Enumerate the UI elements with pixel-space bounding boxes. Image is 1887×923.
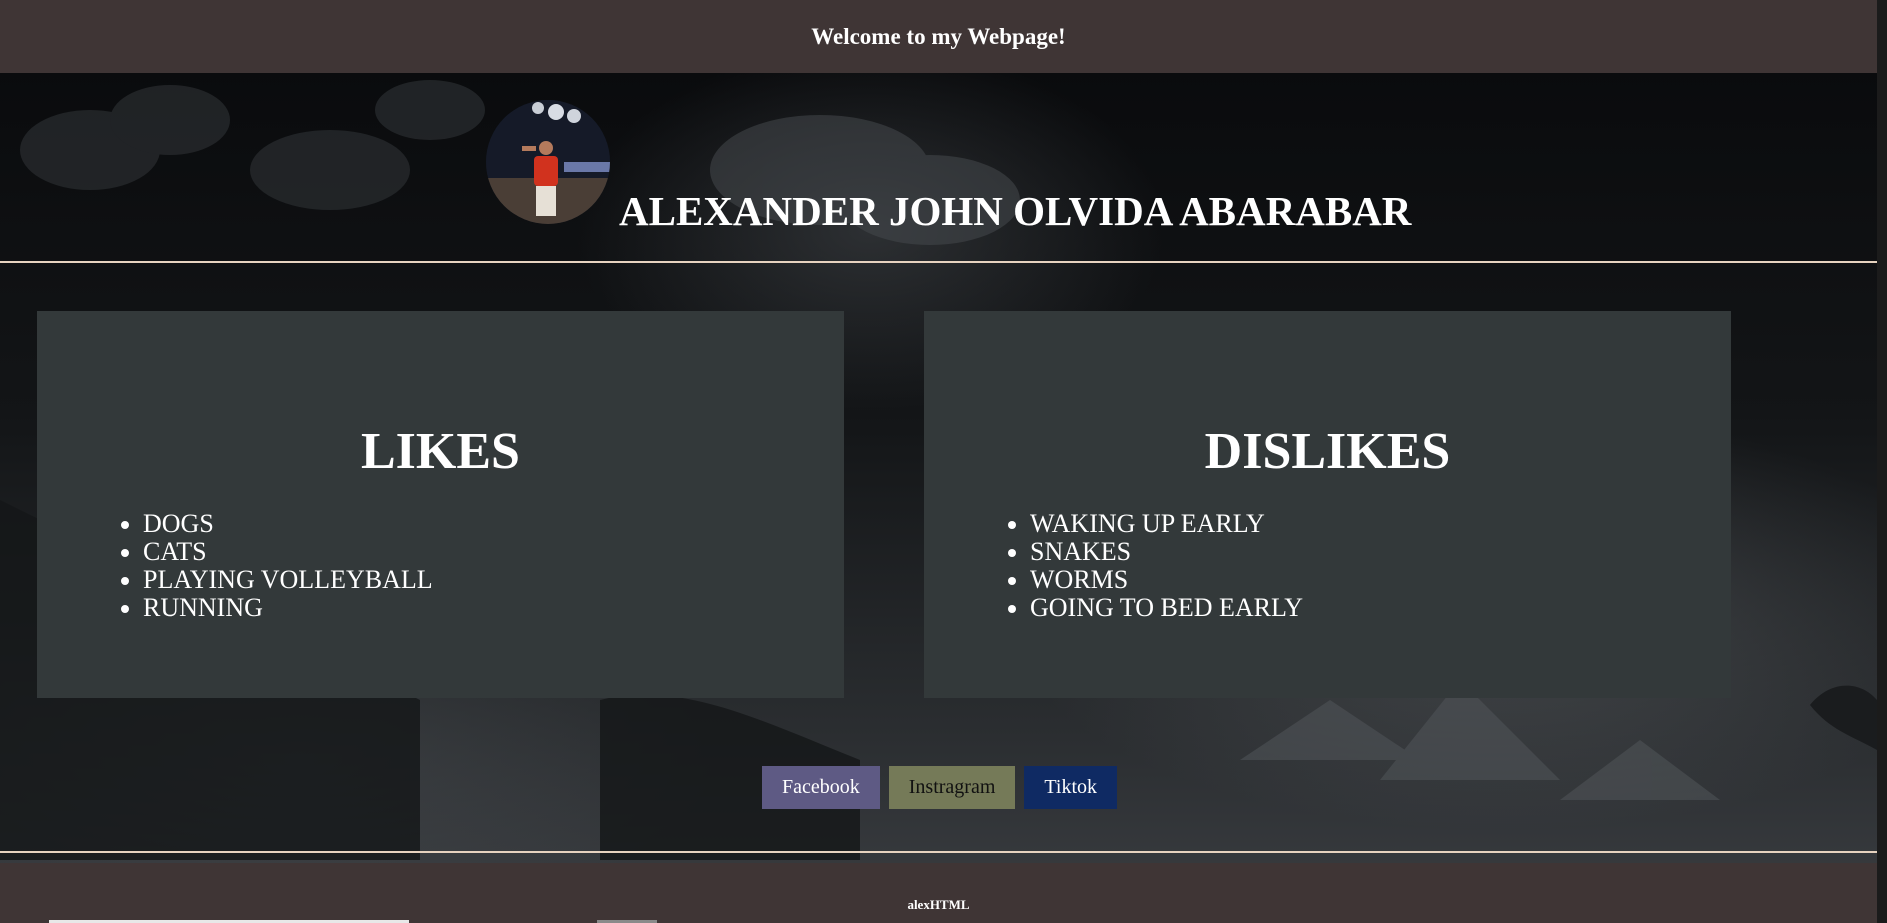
facebook-link[interactable]: Facebook [762, 766, 880, 809]
instagram-link[interactable]: Instragram [888, 766, 1016, 809]
page: Welcome to my Webpage! ALEXANDER JOHN OL… [0, 0, 1887, 923]
profile-avatar [486, 100, 610, 224]
scrollbar[interactable] [1877, 0, 1887, 923]
person-photo [486, 100, 610, 224]
dislikes-item: WAKING UP EARLY [1030, 510, 1303, 538]
likes-item: CATS [143, 538, 433, 566]
footer-text: alexHTML [907, 897, 970, 912]
header-title: Welcome to my Webpage! [811, 23, 1066, 49]
likes-item: PLAYING VOLLEYBALL [143, 566, 433, 594]
dislikes-item: SNAKES [1030, 538, 1303, 566]
dislikes-list: WAKING UP EARLY SNAKES WORMS GOING TO BE… [994, 510, 1303, 622]
top-divider [0, 261, 1877, 263]
footer: alexHTML [0, 863, 1877, 923]
dislikes-card: DISLIKES WAKING UP EARLY SNAKES WORMS GO… [924, 311, 1731, 698]
social-links: Facebook Instragram Tiktok [762, 766, 1118, 809]
profile-section: ALEXANDER JOHN OLVIDA ABARABAR [0, 73, 1877, 263]
likes-heading: LIKES [361, 423, 520, 480]
likes-list: DOGS CATS PLAYING VOLLEYBALL RUNNING [107, 510, 433, 622]
bottom-divider [0, 851, 1877, 853]
top-header: Welcome to my Webpage! [0, 0, 1877, 73]
dislikes-heading: DISLIKES [1204, 423, 1451, 480]
likes-item: DOGS [143, 510, 433, 538]
dislikes-item: GOING TO BED EARLY [1030, 594, 1303, 622]
likes-card: LIKES DOGS CATS PLAYING VOLLEYBALL RUNNI… [37, 311, 844, 698]
profile-name: ALEXANDER JOHN OLVIDA ABARABAR [619, 188, 1412, 234]
likes-item: RUNNING [143, 594, 433, 622]
tiktok-link[interactable]: Tiktok [1024, 766, 1118, 809]
dislikes-item: WORMS [1030, 566, 1303, 594]
